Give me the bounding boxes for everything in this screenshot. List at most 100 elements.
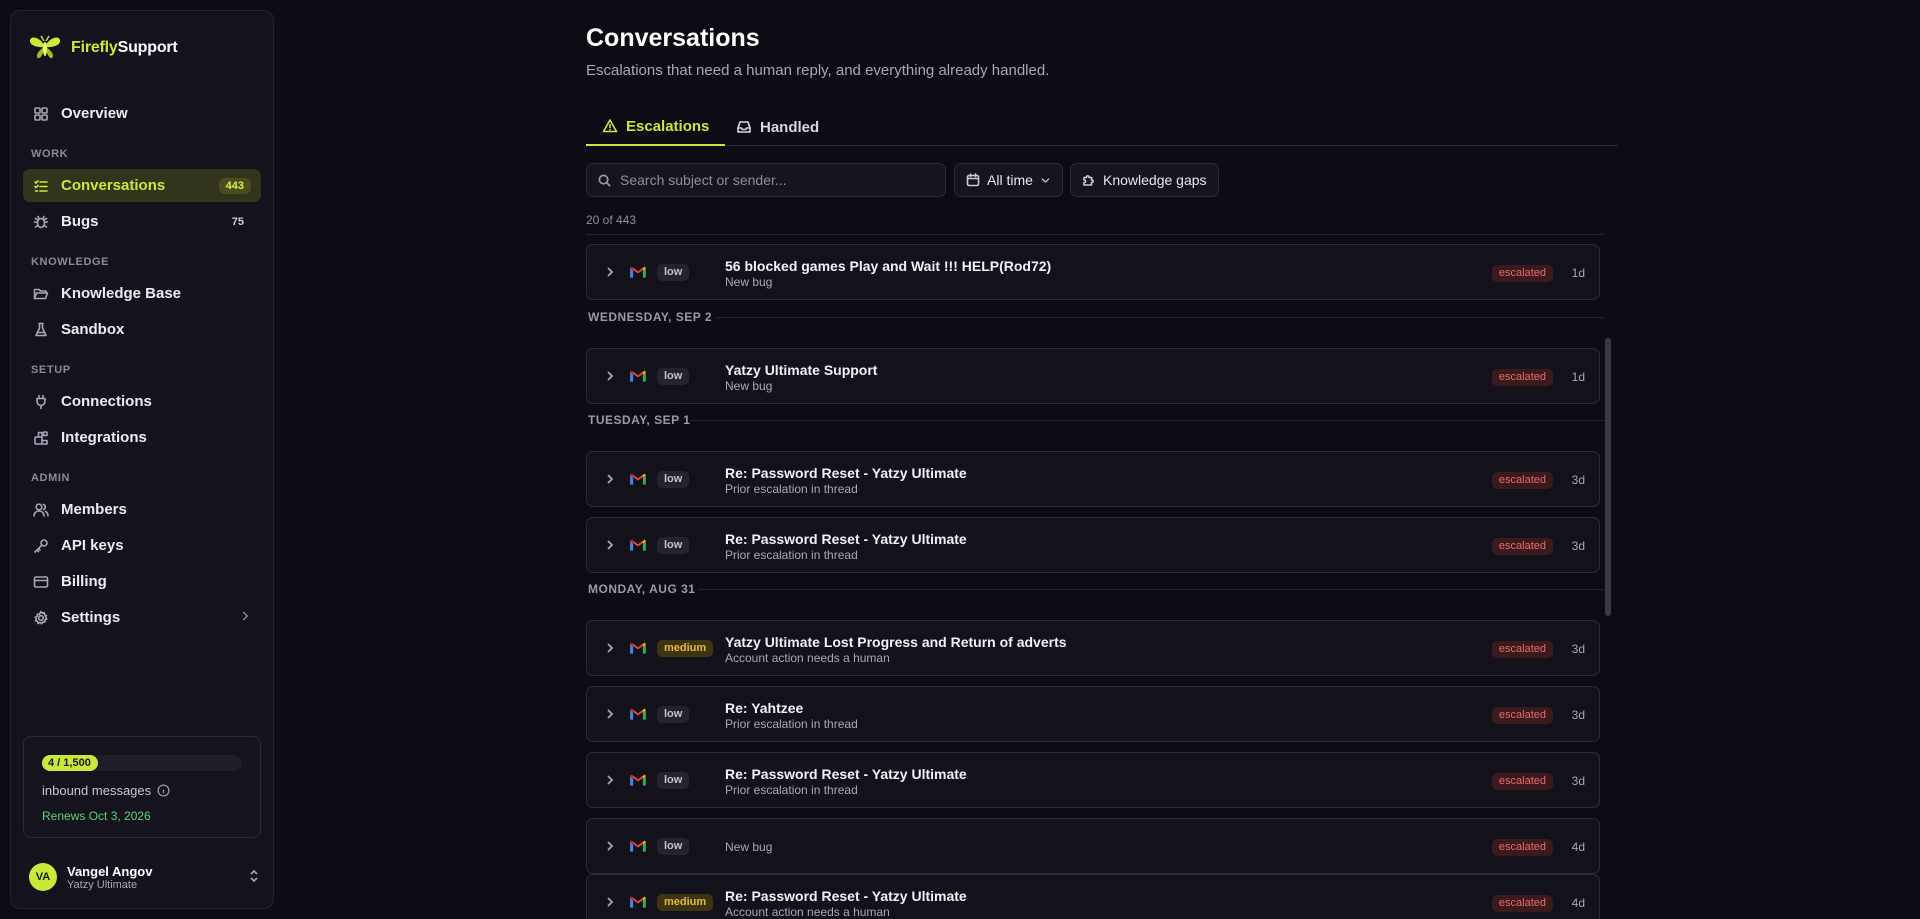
sidebar-item-bugs[interactable]: Bugs 75: [23, 205, 261, 238]
time-filter-dropdown[interactable]: All time: [954, 163, 1063, 197]
sidebar-item-conversations[interactable]: Conversations 443: [23, 169, 261, 202]
sidebar-item-label: Billing: [61, 573, 107, 590]
status-badge: escalated: [1491, 265, 1553, 282]
conversation-age: 4d: [1571, 896, 1585, 910]
sidebar-item-api-keys[interactable]: API keys: [23, 529, 261, 562]
sidebar-item-knowledge-base[interactable]: Knowledge Base: [23, 277, 261, 310]
priority-badge: medium: [657, 894, 714, 911]
tab-handled[interactable]: Handled: [720, 108, 835, 146]
priority-badge: low: [657, 706, 690, 723]
conversation-subject: Re: Password Reset - Yatzy Ultimate: [725, 766, 967, 782]
page-subtitle: Escalations that need a human reply, and…: [586, 62, 1050, 79]
knowledge-gaps-label: Knowledge gaps: [1103, 172, 1207, 188]
knowledge-gaps-button[interactable]: Knowledge gaps: [1070, 163, 1219, 197]
gmail-icon: [629, 472, 647, 489]
priority-badge: low: [657, 264, 690, 281]
gear-icon: [34, 610, 48, 625]
sidebar-item-integrations[interactable]: Integrations: [23, 421, 261, 454]
alert-triangle-icon: [602, 119, 618, 133]
conversation-row[interactable]: low 56 blocked games Play and Wait !!! HE…: [586, 244, 1600, 300]
day-divider: [690, 420, 1604, 421]
chevron-right-icon[interactable]: [603, 895, 617, 912]
count-badge: 443: [218, 177, 251, 194]
conversation-row[interactable]: low Re: Password Reset - Yatzy Ultimate Pr…: [586, 451, 1600, 507]
conversation-row[interactable]: medium Yatzy Ultimate Lost Progress and R…: [586, 620, 1600, 676]
sidebar-item-settings[interactable]: Settings: [23, 601, 261, 634]
key-icon: [34, 538, 48, 553]
chevron-right-icon[interactable]: [603, 472, 617, 489]
conversation-age: 3d: [1571, 708, 1585, 722]
priority-badge: medium: [657, 640, 714, 657]
conversation-row[interactable]: low Re: Password Reset - Yatzy Ultimate Pr…: [586, 752, 1600, 808]
conversation-row[interactable]: low Re: Yahtzee Prior escalation in thread…: [586, 686, 1600, 742]
chevron-right-icon[interactable]: [603, 641, 617, 658]
gmail-icon: [629, 839, 647, 856]
sidebar-item-overview[interactable]: Overview: [23, 97, 261, 130]
conversation-subject: Yatzy Ultimate Lost Progress and Return …: [725, 634, 1067, 650]
sidebar-item-connections[interactable]: Connections: [23, 385, 261, 418]
chevron-right-icon[interactable]: [603, 538, 617, 555]
sidebar: FireflySupport Overview WORK Conversatio…: [10, 10, 274, 909]
day-header: TUESDAY, SEP 1: [588, 413, 691, 427]
sidebar-item-label: Settings: [61, 609, 121, 626]
conversation-subject: Re: Password Reset - Yatzy Ultimate: [725, 888, 967, 904]
credit-card-icon: [33, 575, 49, 588]
gmail-icon: [629, 641, 647, 658]
chevron-right-icon[interactable]: [603, 265, 617, 282]
conversation-age: 4d: [1571, 840, 1585, 854]
chevron-down-icon: [1041, 177, 1050, 183]
sidebar-item-billing[interactable]: Billing: [23, 565, 261, 598]
conversation-row[interactable]: low Re: Password Reset - Yatzy Ultimate Pr…: [586, 517, 1600, 573]
conversation-age: 3d: [1571, 774, 1585, 788]
brand[interactable]: FireflySupport: [29, 25, 178, 71]
conversation-row[interactable]: medium Re: Password Reset - Yatzy Ultimat…: [586, 874, 1600, 919]
renewal-date: Renews Oct 3, 2026: [42, 809, 151, 823]
gmail-icon: [629, 369, 647, 386]
usage-card: 4 / 1,500 inbound messages Renews Oct 3,…: [23, 736, 261, 838]
search-input[interactable]: [620, 172, 920, 188]
conversation-reason: Prior escalation in thread: [725, 482, 858, 496]
gmail-icon: [629, 895, 647, 912]
chevron-right-icon[interactable]: [603, 839, 617, 856]
status-badge: escalated: [1491, 641, 1553, 658]
status-badge: escalated: [1491, 839, 1553, 856]
priority-badge: low: [657, 368, 690, 385]
sidebar-item-label: Overview: [61, 105, 128, 122]
search-icon: [598, 174, 611, 187]
scrollbar[interactable]: [1605, 338, 1611, 616]
sidebar-item-label: Conversations: [61, 177, 166, 194]
conversation-reason: New bug: [725, 275, 773, 289]
priority-badge: low: [657, 471, 690, 488]
conversation-row[interactable]: low Yatzy Ultimate Support New bug escalate…: [586, 348, 1600, 404]
status-badge: escalated: [1491, 538, 1553, 555]
sidebar-item-members[interactable]: Members: [23, 493, 261, 526]
conversation-subject: 56 blocked games Play and Wait !!! HELP(…: [725, 258, 1052, 274]
info-icon[interactable]: [157, 784, 170, 797]
chevron-right-icon[interactable]: [603, 369, 617, 386]
conversation-reason: Prior escalation in thread: [725, 783, 858, 797]
user-menu[interactable]: VA Vangel Angov Yatzy Ultimate: [29, 859, 261, 895]
conversation-subject: Re: Password Reset - Yatzy Ultimate: [725, 465, 967, 481]
usage-label: inbound messages: [42, 783, 170, 798]
sidebar-item-label: Knowledge Base: [61, 285, 182, 302]
day-header: WEDNESDAY, SEP 2: [588, 310, 713, 324]
conversation-reason: Prior escalation in thread: [725, 717, 858, 731]
chevron-right-icon[interactable]: [603, 707, 617, 724]
usage-count: 4 / 1,500: [48, 757, 91, 769]
section-label-knowledge: KNOWLEDGE: [31, 256, 110, 268]
conversation-subject: Yatzy Ultimate Support: [725, 362, 878, 378]
sidebar-item-label: Integrations: [61, 429, 147, 446]
chevron-right-icon[interactable]: [603, 773, 617, 790]
conversation-subject: Re: Yahtzee: [725, 700, 804, 716]
search-box[interactable]: [586, 163, 946, 197]
gmail-icon: [629, 538, 647, 555]
conversation-reason: Prior escalation in thread: [725, 548, 858, 562]
usage-label-text: inbound messages: [42, 783, 152, 798]
conversation-list: low 56 blocked games Play and Wait !!! HE…: [586, 234, 1604, 919]
avatar: VA: [29, 863, 57, 891]
grid-icon: [34, 106, 48, 121]
gmail-icon: [629, 265, 647, 282]
tab-escalations[interactable]: Escalations: [586, 108, 726, 146]
conversation-row[interactable]: low New bug escalated 4d: [586, 818, 1600, 874]
sidebar-item-sandbox[interactable]: Sandbox: [23, 313, 261, 346]
